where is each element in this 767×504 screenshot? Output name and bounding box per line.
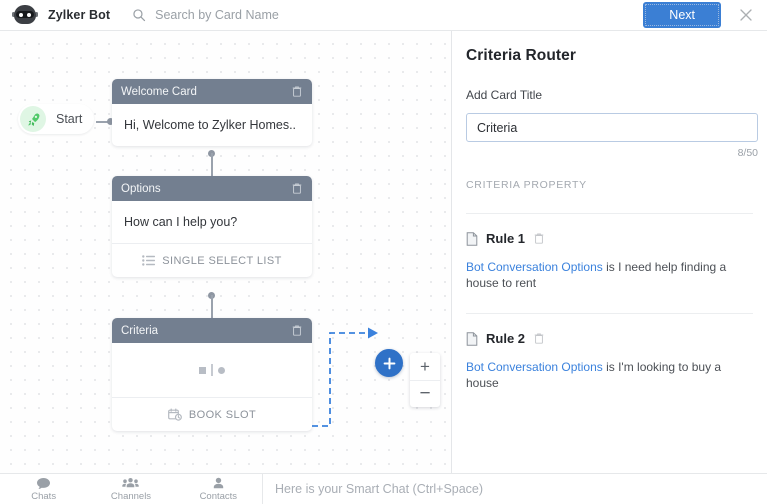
card-title: Criteria xyxy=(121,324,159,337)
document-icon xyxy=(466,331,478,346)
search-input[interactable] xyxy=(155,8,406,22)
card-welcome[interactable]: Welcome Card Hi, Welcome to Zylker Homes… xyxy=(112,79,312,146)
rule-header: Rule 2 xyxy=(466,331,753,346)
delete-icon[interactable] xyxy=(291,182,303,195)
add-card-button[interactable] xyxy=(375,349,403,377)
rule-name: Rule 2 xyxy=(486,331,526,346)
chat-bubble-icon xyxy=(37,477,51,489)
smart-chat-input[interactable]: Here is your Smart Chat (Ctrl+Space) xyxy=(262,474,767,504)
card-footer-book-slot[interactable]: BOOK SLOT xyxy=(112,397,312,431)
card-body xyxy=(112,343,312,397)
connector-options-criteria xyxy=(211,295,213,318)
card-body: Hi, Welcome to Zylker Homes.. xyxy=(124,118,297,132)
card-options[interactable]: Options How can I help you? SINGLE SELEC… xyxy=(112,176,312,277)
rule-link-bot-conversation-options[interactable]: Bot Conversation Options xyxy=(466,260,603,274)
calendar-booking-icon xyxy=(168,408,182,421)
search-box[interactable] xyxy=(132,4,406,26)
character-count: 8/50 xyxy=(737,147,758,159)
zoom-in-button[interactable]: + xyxy=(410,353,440,380)
list-icon xyxy=(142,255,156,266)
card-header: Welcome Card xyxy=(112,79,312,104)
criteria-router-icon xyxy=(199,364,225,376)
chatbot-flow-builder: Zylker Bot Next xyxy=(0,0,767,504)
card-header: Criteria xyxy=(112,318,312,343)
properties-panel: Criteria Router Add Card Title 8/50 CRIT… xyxy=(451,31,767,473)
connector-welcome-options xyxy=(211,153,213,176)
bot-avatar-icon xyxy=(12,4,38,26)
top-bar: Zylker Bot Next xyxy=(0,0,767,31)
panel-title: Criteria Router xyxy=(466,47,577,64)
nav-item-contacts[interactable]: Contacts xyxy=(175,474,262,504)
zoom-controls: + − xyxy=(410,353,440,407)
delete-icon[interactable] xyxy=(533,232,545,245)
card-title-input[interactable] xyxy=(466,113,758,142)
connector-criteria-add xyxy=(312,327,378,427)
close-icon[interactable] xyxy=(737,6,755,24)
rule-item: Rule 2 Bot Conversation Options is I'm l… xyxy=(466,313,753,391)
card-footer-label: BOOK SLOT xyxy=(188,408,257,421)
card-header: Options xyxy=(112,176,312,201)
rule-header: Rule 1 xyxy=(466,231,753,246)
flow-canvas[interactable]: Start Welcome Card Hi, Welcome to Zylker… xyxy=(0,31,451,473)
search-icon xyxy=(133,9,146,22)
document-icon xyxy=(466,231,478,246)
nav-item-chats[interactable]: Chats xyxy=(0,474,87,504)
card-body: How can I help you? xyxy=(124,215,238,229)
next-button[interactable]: Next xyxy=(643,2,721,28)
rocket-icon xyxy=(20,106,46,132)
delete-icon[interactable] xyxy=(533,332,545,345)
delete-icon[interactable] xyxy=(291,85,303,98)
bottom-nav: Chats Channels Contacts xyxy=(0,474,262,504)
card-title-label: Add Card Title xyxy=(466,88,543,102)
criteria-property-header: CRITERIA PROPERTY xyxy=(466,179,587,191)
rule-name: Rule 1 xyxy=(486,231,526,246)
start-label: Start xyxy=(56,112,83,126)
card-title: Options xyxy=(121,182,161,195)
start-node[interactable]: Start xyxy=(18,104,95,134)
rule-link-bot-conversation-options[interactable]: Bot Conversation Options xyxy=(466,360,603,374)
card-footer-single-select-list[interactable]: SINGLE SELECT LIST xyxy=(112,243,312,277)
nav-label: Channels xyxy=(110,490,152,502)
zoom-out-button[interactable]: − xyxy=(410,380,440,407)
bottom-bar: Chats Channels Contacts Here is your Sma… xyxy=(0,473,767,504)
card-footer-label: SINGLE SELECT LIST xyxy=(162,254,282,267)
top-bar-actions: Next xyxy=(643,2,767,28)
nav-label: Chats xyxy=(31,490,57,502)
nav-label: Contacts xyxy=(199,490,238,502)
plus-icon xyxy=(383,357,395,369)
rule-condition: Bot Conversation Options is I need help … xyxy=(466,259,753,291)
card-title: Welcome Card xyxy=(121,85,197,98)
group-icon xyxy=(122,477,140,487)
rule-item: Rule 1 Bot Conversation Options is I nee… xyxy=(466,213,753,291)
bot-name: Zylker Bot xyxy=(48,8,111,22)
card-criteria[interactable]: Criteria BOOK SLOT xyxy=(112,318,312,431)
nav-item-channels[interactable]: Channels xyxy=(87,474,174,504)
person-icon xyxy=(213,477,224,488)
rule-condition: Bot Conversation Options is I'm looking … xyxy=(466,359,753,391)
